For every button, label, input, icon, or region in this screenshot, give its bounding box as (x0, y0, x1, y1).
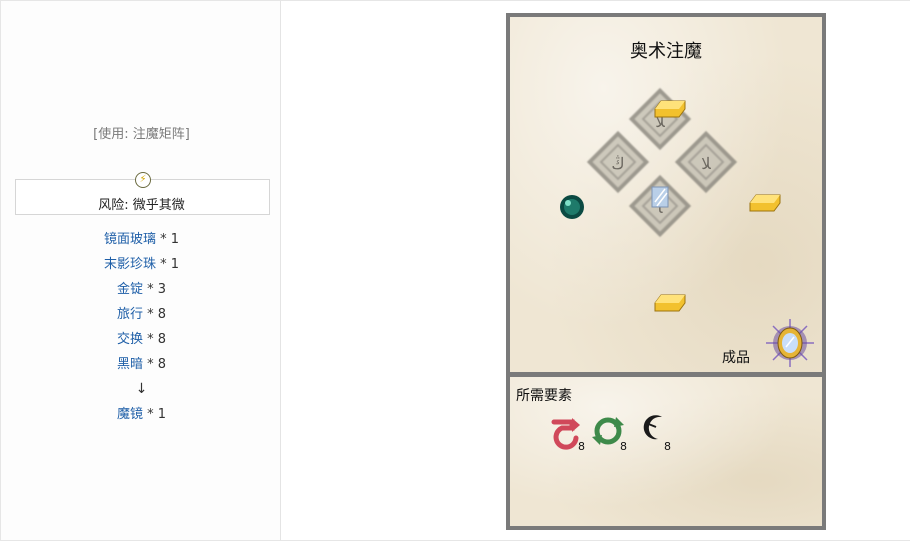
aspect-icons: 8 8 8 (551, 415, 671, 453)
list-item: 末影珍珠 * 1 (1, 255, 282, 280)
travel-aspect-icon[interactable] (551, 418, 580, 450)
rune-glyph-icon: ﻼ (701, 154, 711, 173)
result-item: 魔镜 * 1 (1, 405, 282, 430)
result-qty: * 1 (142, 407, 167, 422)
ingredient-link[interactable]: 旅行 (117, 307, 143, 322)
ingredient-link[interactable]: 金锭 (117, 282, 143, 297)
gold-ingot-icon[interactable] (654, 100, 686, 118)
ingredient-qty: * 1 (155, 257, 180, 272)
ingredient-qty: * 1 (155, 232, 180, 247)
ingredient-link[interactable]: 镜面玻璃 (104, 232, 156, 247)
result-arrow: ↓ (135, 381, 148, 397)
ingredient-list: 镜面玻璃 * 1 末影珍珠 * 1 金锭 * 3 旅行 * 8 交换 * 8 黑… (1, 230, 282, 430)
result-link[interactable]: 魔镜 (117, 407, 143, 422)
ingredient-qty: * 3 (142, 282, 167, 297)
list-item: 旅行 * 8 (1, 305, 282, 330)
aspect-count: 8 (620, 440, 627, 453)
magic-mirror-icon[interactable] (766, 319, 814, 367)
recipe-info-panel: [使用: 注魔矩阵] ⚡ 风险: 微乎其微 镜面玻璃 * 1 末影珍珠 * 1 … (0, 0, 281, 541)
risk-text: 风险: 微乎其微 (98, 198, 185, 213)
aspect-count: 8 (578, 440, 585, 453)
recipe-frame: 奥术注魔 ﻼ ﯓ ﻼ ﺎ (506, 13, 826, 530)
ingredient-link[interactable]: 交换 (117, 332, 143, 347)
usage-text: [使用: 注魔矩阵] (93, 127, 190, 142)
glass-pane-icon[interactable] (651, 186, 669, 208)
product-label: 成品 (722, 350, 750, 366)
crafting-grid-panel: 奥术注魔 ﻼ ﯓ ﻼ ﺎ (510, 17, 822, 372)
gold-ingot-icon[interactable] (749, 194, 781, 212)
gold-ingot-icon[interactable] (654, 294, 686, 312)
infusion-matrix: ﻼ ﯓ ﻼ ﺎ (560, 87, 814, 367)
ingredient-qty: * 8 (142, 357, 167, 372)
list-item: 镜面玻璃 * 1 (1, 230, 282, 255)
ender-pearl-icon[interactable] (560, 195, 584, 219)
ingredient-qty: * 8 (142, 332, 167, 347)
aspects-panel: 所需要素 8 8 8 (510, 377, 822, 526)
ingredient-link[interactable]: 末影珍珠 (104, 257, 156, 272)
aspect-count: 8 (664, 440, 671, 453)
list-item: 交换 * 8 (1, 330, 282, 355)
ingredient-qty: * 8 (142, 307, 167, 322)
rune-glyph-icon: ﯓ (611, 154, 624, 173)
darkness-aspect-icon[interactable] (643, 415, 662, 440)
lightning-icon: ⚡ (135, 172, 151, 188)
ingredient-link[interactable]: 黑暗 (117, 357, 143, 372)
list-item: 金锭 * 3 (1, 280, 282, 305)
list-item: 黑暗 * 8 (1, 355, 282, 380)
